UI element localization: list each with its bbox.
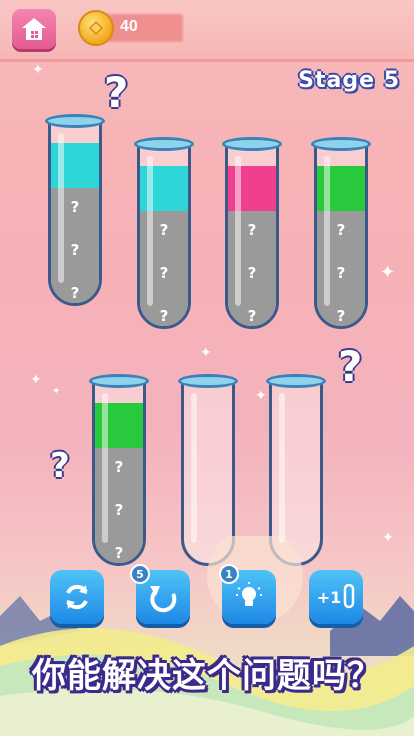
add-tube-icon [344, 584, 355, 609]
glass-shine [279, 393, 285, 543]
tube-rim [266, 374, 326, 388]
tube-rim [89, 374, 149, 388]
tube-rim [311, 137, 371, 151]
floating-question-mark: ? [104, 68, 129, 117]
hidden-layer-question-mark: ? [114, 543, 124, 562]
add-tube-label: +1 [316, 587, 342, 607]
floating-question-mark: ? [338, 342, 363, 391]
home-button[interactable] [12, 9, 56, 49]
add-tube-button[interactable]: +1 [309, 570, 363, 624]
restart-button[interactable] [50, 570, 104, 624]
sparkle-decoration: ✦ [200, 345, 212, 361]
floating-question-mark: ? [50, 446, 70, 486]
hidden-layer-question-mark: ? [70, 283, 80, 302]
coin-value: 40 [120, 18, 138, 35]
test-tube[interactable]: ??? [222, 137, 282, 329]
stage-label: Stage 5 [298, 68, 400, 93]
promo-caption: 你能解决这个问题吗？ [32, 656, 382, 696]
hint-count-badge: 1 [219, 564, 239, 584]
home-icon [22, 18, 46, 40]
sparkle-decoration: ✦ [255, 388, 267, 404]
tube-glass: ??? [137, 143, 191, 329]
test-tube[interactable]: ??? [45, 114, 105, 306]
tube-glass: ??? [314, 143, 368, 329]
restart-icon [66, 584, 88, 610]
tube-rim [178, 374, 238, 388]
test-tube[interactable]: ??? [311, 137, 371, 329]
sparkle-decoration: ✦ [380, 262, 396, 283]
tube-rim [45, 114, 105, 128]
tube-rim [134, 137, 194, 151]
sparkle-decoration: ✦ [32, 62, 44, 78]
tube-glass: ??? [48, 120, 102, 306]
hidden-layer-question-mark: ? [336, 306, 346, 325]
hidden-layer-question-mark: ? [159, 306, 169, 325]
test-tube[interactable]: ??? [134, 137, 194, 329]
tube-glass: ??? [225, 143, 279, 329]
glass-shine [147, 156, 153, 306]
top-bar: 40 [0, 0, 414, 62]
hidden-layer-question-mark: ? [247, 306, 257, 325]
tube-rim [222, 137, 282, 151]
glass-shine [58, 133, 64, 283]
sparkle-decoration: ✦ [52, 386, 61, 397]
landscape-background [0, 536, 414, 736]
glass-shine [324, 156, 330, 306]
undo-icon [150, 586, 177, 613]
glass-shine [235, 156, 241, 306]
glass-shine [191, 393, 197, 543]
sparkle-decoration: ✦ [30, 372, 42, 388]
glass-shine [102, 393, 108, 543]
coin-icon [78, 10, 114, 46]
undo-count-badge: 5 [130, 564, 150, 584]
lightbulb-icon [236, 582, 262, 606]
